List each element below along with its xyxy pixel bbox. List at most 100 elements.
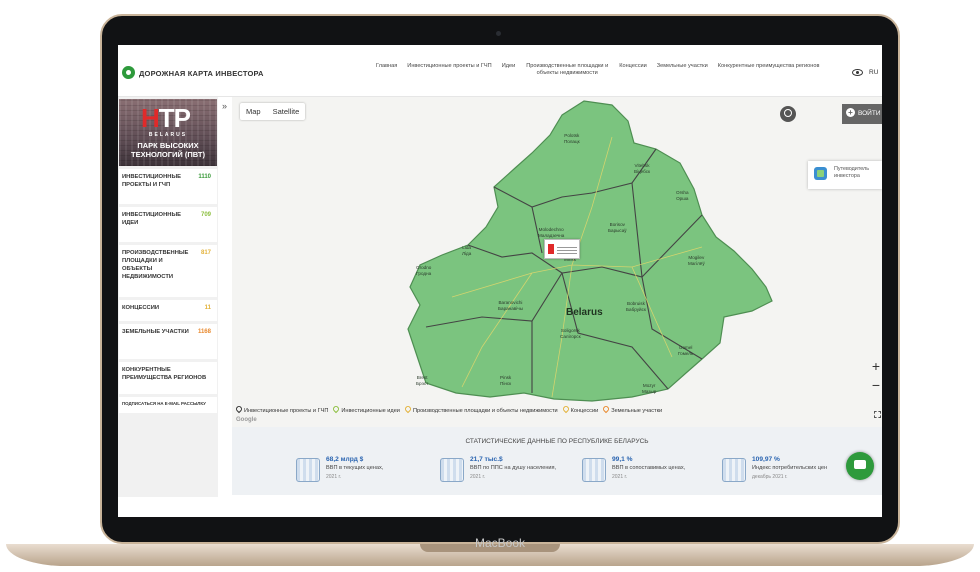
map-search-icon[interactable] <box>780 106 796 122</box>
map-legend: Инвестиционные проекты и ГЧП Инвестицион… <box>234 404 662 414</box>
stat-value: 21,7 тыс.$ <box>470 456 503 463</box>
factory-icon <box>582 458 606 482</box>
sidebar-item-label: ЗЕМЕЛЬНЫЕ УЧАСТКИ <box>122 329 189 335</box>
nav-projects[interactable]: Инвестиционные проекты и ГЧП <box>407 63 491 70</box>
map-country-label: Belarus <box>566 307 603 318</box>
investor-guide-card[interactable]: Путеводитель инвестора <box>808 161 882 189</box>
people-icon <box>440 458 464 482</box>
sidebar-item-label: КОНКУРЕНТНЫЕ ПРЕИМУЩЕСТВА РЕГИОНОВ <box>122 367 207 381</box>
city-label: Polotsk Полацк <box>564 133 580 144</box>
city-label: Gomel Гомель <box>678 345 694 356</box>
zoom-in-button[interactable]: + <box>870 358 882 374</box>
htp-pin-icon <box>548 244 554 254</box>
legend-item-production-sites[interactable]: Производственные площадки и объекты недв… <box>403 404 558 414</box>
stat-value: 99,1 % <box>612 456 633 463</box>
footer-strip <box>118 497 882 517</box>
legend-item-land[interactable]: Земельные участки <box>601 404 662 414</box>
nav-ideas[interactable]: Идеи <box>502 63 516 70</box>
stat-description: ВВП в сопоставимых ценах, <box>612 465 686 471</box>
stat-description: ВВП в текущих ценах, <box>326 465 384 471</box>
sidebar-item-count: 11 <box>204 305 211 311</box>
city-label: Borisov Барысаў <box>608 222 627 233</box>
minsk-marker[interactable] <box>544 239 580 259</box>
chat-icon[interactable] <box>846 452 874 480</box>
sidebar-item-production-sites[interactable]: ПРОИЗВОДСТВЕННЫЕ ПЛОЩАДКИ И ОБЪЕКТЫ НЕДВ… <box>119 245 217 297</box>
guide-label: Путеводитель инвестора <box>834 166 869 179</box>
legend-item-concessions[interactable]: Концессии <box>561 404 598 414</box>
zoom-out-button[interactable]: − <box>870 377 882 393</box>
city-label: Pinsk Пінск <box>500 375 512 386</box>
stat-gdp-comparable: 99,1 % ВВП в сопоставимых ценах, 2021 г. <box>582 456 722 486</box>
language-switch[interactable]: RU <box>869 69 878 76</box>
sidebar-item-label: ПРОИЗВОДСТВЕННЫЕ ПЛОЩАДКИ И ОБЪЕКТЫ НЕДВ… <box>122 250 189 280</box>
nav-regions[interactable]: Конкурентные преимущества регионов <box>718 63 820 70</box>
city-label: Vitebsk Віцебск <box>634 163 651 174</box>
stat-gdp: 68,2 млрд $ ВВП в текущих ценах, 2021 г. <box>296 456 436 486</box>
promo-line-1: ПАРК ВЫСОКИХ <box>137 141 199 150</box>
sidebar-item-label: КОНЦЕССИИ <box>122 305 160 311</box>
sidebar-item-count: 1110 <box>198 174 211 180</box>
map-type-switch: Map Satellite <box>240 103 306 120</box>
sidebar-item-regions[interactable]: КОНКУРЕНТНЫЕ ПРЕИМУЩЕСТВА РЕГИОНОВ <box>119 362 217 394</box>
sidebar-item-projects[interactable]: ИНВЕСТИЦИОННЫЕ ПРОЕКТЫ И ГЧП 1110 <box>119 169 217 204</box>
main-nav: Главная Инвестиционные проекты и ГЧП Иде… <box>376 63 819 77</box>
stat-gdp-ppp: 21,7 тыс.$ ВВП по ППС на душу населения,… <box>440 456 580 486</box>
stat-value: 68,2 млрд $ <box>326 456 364 463</box>
legend-item-ideas[interactable]: Инвестиционные идеи <box>332 404 400 414</box>
stats-panel: СТАТИСТИЧЕСКИЕ ДАННЫЕ ПО РЕСПУБЛИКЕ БЕЛА… <box>232 427 882 495</box>
logo-icon[interactable] <box>122 66 135 79</box>
city-label: Mozyr Мазыр <box>642 383 657 394</box>
collapse-sidebar-icon[interactable]: » <box>222 101 227 111</box>
sidebar-item-count: 709 <box>200 212 211 218</box>
stat-year: 2021 г. <box>326 474 342 480</box>
nav-land[interactable]: Земельные участки <box>657 63 708 70</box>
city-label: Grodno Гродна <box>416 265 432 276</box>
nav-production-sites[interactable]: Производственные площадки и объекты недв… <box>525 63 609 77</box>
nav-home[interactable]: Главная <box>376 63 397 70</box>
stat-cpi: 109,97 % Индекс потребительских цен дека… <box>722 456 862 486</box>
sidebar-item-count: 817 <box>200 250 211 256</box>
nav-concessions[interactable]: Концессии <box>619 63 647 70</box>
city-label: Molodechno Маладзечна <box>538 227 565 238</box>
stat-description: Индекс потребительских цен <box>752 465 828 471</box>
map-tab-map[interactable]: Map <box>240 103 267 120</box>
sidebar-item-land[interactable]: ЗЕМЕЛЬНЫЕ УЧАСТКИ 1168 <box>119 324 217 359</box>
login-button[interactable]: ВОЙТИ <box>842 104 882 124</box>
sidebar-item-ideas[interactable]: ИНВЕСТИЦИОННЫЕ ИДЕИ 709 <box>119 207 217 242</box>
stat-year: 2021 г. <box>612 474 628 480</box>
sidebar-item-count: 1168 <box>197 329 211 335</box>
stat-value: 109,97 % <box>752 456 780 463</box>
city-label: Lida Ліда <box>462 245 472 256</box>
city-label: Soligorsk Салігорск <box>560 328 581 339</box>
pin-text-lines <box>557 245 577 254</box>
promo-line-2: ТЕХНОЛОГИЙ (ПВТ) <box>131 150 205 159</box>
sidebar-item-label: ИНВЕСТИЦИОННЫЕ ИДЕИ <box>122 212 181 226</box>
map-view[interactable]: Map Satellite <box>232 97 882 427</box>
city-label: Orsha Орша <box>676 190 689 201</box>
fullscreen-icon[interactable] <box>874 411 881 418</box>
subscribe-link[interactable]: ПОДПИСАТЬСЯ НА E-MAIL РАССЫЛКУ <box>119 397 217 413</box>
brand-title[interactable]: ДОРОЖНАЯ КАРТА ИНВЕСТОРА <box>139 69 264 78</box>
gdp-chart-icon <box>296 458 320 482</box>
stat-year: 2021 г. <box>470 474 486 480</box>
site-header: ДОРОЖНАЯ КАРТА ИНВЕСТОРА Главная Инвести… <box>118 45 882 97</box>
stat-description: ВВП по ППС на душу населения, <box>470 465 557 471</box>
city-label: Brest Брэст <box>416 375 429 386</box>
htp-logo: HTP <box>141 103 191 133</box>
city-label: Mogilev Магілёў <box>688 255 705 266</box>
guide-book-icon <box>814 167 827 180</box>
city-label: Bobruisk Бабруйск <box>626 301 646 312</box>
sidebar-item-concessions[interactable]: КОНЦЕССИИ 11 <box>119 300 217 321</box>
sidebar-item-label: ИНВЕСТИЦИОННЫЕ ПРОЕКТЫ И ГЧП <box>122 174 181 188</box>
webcam-icon <box>496 31 501 36</box>
map-tab-satellite[interactable]: Satellite <box>267 103 306 120</box>
legend-item-projects[interactable]: Инвестиционные проекты и ГЧП <box>234 404 328 414</box>
screen: ДОРОЖНАЯ КАРТА ИНВЕСТОРА Главная Инвести… <box>118 45 882 517</box>
device-brand-label: MacBook <box>474 536 526 550</box>
accessibility-eye-icon[interactable] <box>852 69 863 76</box>
htp-promo-banner[interactable]: HTP BELARUS ПАРК ВЫСОКИХ ТЕХНОЛОГИЙ (ПВТ… <box>119 99 217 166</box>
sidebar: HTP BELARUS ПАРК ВЫСОКИХ ТЕХНОЛОГИЙ (ПВТ… <box>118 97 218 517</box>
stat-year: декабрь 2021 г. <box>752 474 788 480</box>
google-attribution: Google <box>236 417 257 423</box>
promo-country: BELARUS <box>148 132 188 138</box>
